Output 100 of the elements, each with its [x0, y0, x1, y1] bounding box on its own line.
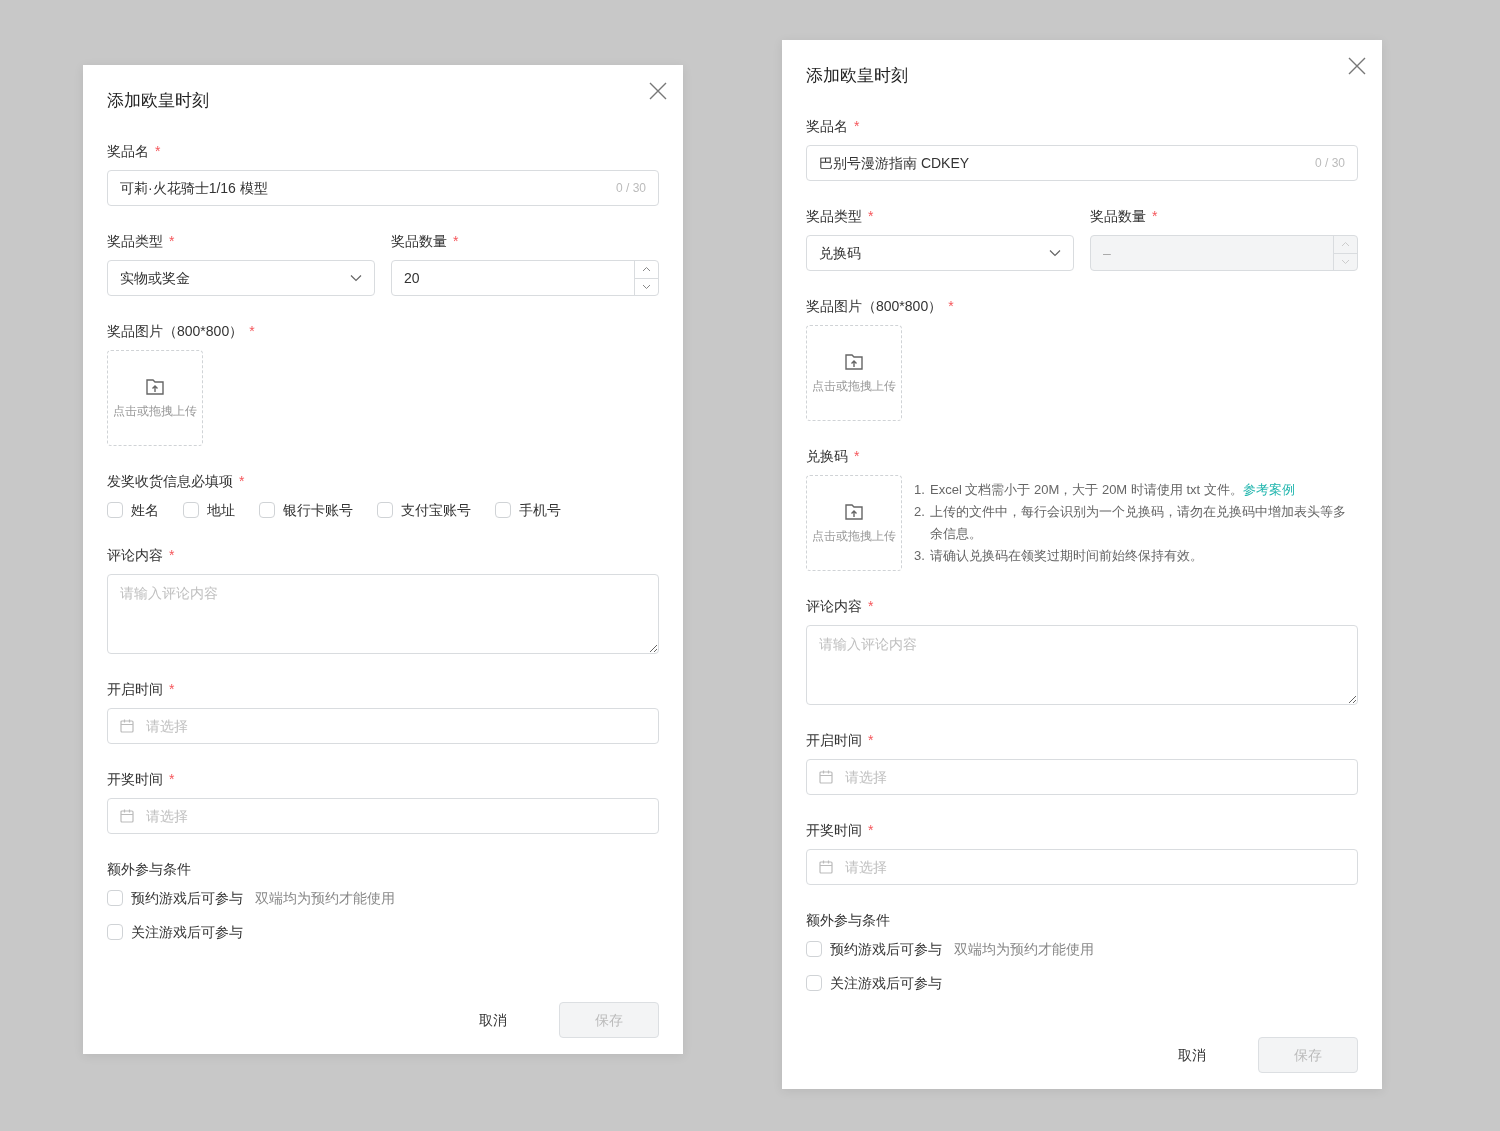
field-label: 奖品类型 [107, 232, 163, 251]
upload-hint: 点击或拖拽上传 [812, 378, 896, 394]
upload-hint: 点击或拖拽上传 [812, 528, 896, 544]
upload-icon [145, 377, 165, 397]
checkbox-label: 支付宝账号 [401, 501, 471, 520]
calendar-icon [819, 770, 833, 784]
upload-icon [844, 502, 864, 522]
close-icon[interactable] [1348, 57, 1366, 75]
note-text: 请确认兑换码在领奖过期时间前始终保持有效。 [930, 547, 1203, 565]
cancel-button[interactable]: 取消 [1142, 1037, 1242, 1073]
chevron-up-icon [1341, 241, 1350, 248]
chevron-down-icon [1341, 258, 1350, 265]
checkbox[interactable] [495, 502, 511, 518]
checkbox-label: 关注游戏后可参与 [131, 923, 243, 942]
reference-link[interactable]: 参考案例 [1242, 482, 1295, 497]
date-picker[interactable]: 请选择 [107, 708, 659, 744]
field-label: 开奖时间 [806, 821, 862, 840]
required-mark: * [169, 770, 175, 789]
calendar-icon [120, 809, 134, 823]
field-label: 奖品类型 [806, 207, 862, 226]
note-text: 上传的文件中，每行会识别为一个兑换码，请勿在兑换码中增加表头等多余信息。 [930, 503, 1347, 543]
chevron-down-icon [350, 274, 362, 282]
checkbox-label: 预约游戏后可参与 [830, 940, 942, 959]
comment-textarea[interactable]: 请输入评论内容 [107, 574, 659, 654]
required-mark: * [169, 546, 175, 565]
required-mark: * [868, 821, 874, 840]
chevron-up-icon [642, 266, 651, 273]
dialog-title: 添加欧皇时刻 [806, 65, 908, 88]
field-label: 奖品图片（800*800） [107, 322, 244, 341]
required-mark: * [1152, 207, 1158, 226]
input-value: 20 [403, 269, 421, 288]
upload-hint: 点击或拖拽上传 [113, 403, 197, 419]
required-mark: * [169, 232, 175, 251]
required-mark: * [854, 447, 860, 466]
date-placeholder: 请选择 [845, 768, 887, 787]
required-mark: * [249, 322, 255, 341]
checkbox[interactable] [107, 924, 123, 940]
date-picker[interactable]: 请选择 [806, 849, 1358, 885]
upload-area[interactable]: 点击或拖拽上传 [107, 350, 203, 446]
char-counter: 0 / 30 [1314, 155, 1345, 171]
checkbox[interactable] [107, 502, 123, 518]
field-label: 开启时间 [806, 731, 862, 750]
required-mark: * [169, 680, 175, 699]
select-dropdown[interactable]: 实物或奖金 [107, 260, 375, 296]
input-value: 巴别号漫游指南 CDKEY [819, 154, 970, 173]
upload-area[interactable]: 点击或拖拽上传 [806, 475, 902, 571]
date-placeholder: 请选择 [146, 807, 188, 826]
required-mark: * [868, 731, 874, 750]
condition-note: 双端均为预约才能使用 [954, 940, 1094, 959]
note-number: 1. [914, 481, 926, 499]
text-input[interactable]: 巴别号漫游指南 CDKEY 0 / 30 [806, 145, 1358, 181]
checkbox-label: 预约游戏后可参与 [131, 889, 243, 908]
dialog-title: 添加欧皇时刻 [107, 90, 209, 113]
condition-note: 双端均为预约才能使用 [255, 889, 395, 908]
checkbox[interactable] [107, 890, 123, 906]
checkbox[interactable] [259, 502, 275, 518]
required-mark: * [239, 472, 245, 491]
field-label: 开奖时间 [107, 770, 163, 789]
checkbox-label: 姓名 [131, 501, 159, 520]
chevron-down-icon [1049, 249, 1061, 257]
checkbox[interactable] [806, 975, 822, 991]
checkbox[interactable] [377, 502, 393, 518]
cancel-button[interactable]: 取消 [443, 1002, 543, 1038]
checkbox[interactable] [806, 941, 822, 957]
comment-textarea[interactable]: 请输入评论内容 [806, 625, 1358, 705]
close-icon[interactable] [649, 82, 667, 100]
date-picker[interactable]: 请选择 [107, 798, 659, 834]
field-label: 奖品名 [107, 142, 149, 161]
note-number: 3. [914, 547, 926, 565]
field-label: 额外参与条件 [806, 911, 890, 930]
field-label: 奖品图片（800*800） [806, 297, 943, 316]
required-mark: * [854, 117, 860, 136]
field-label: 额外参与条件 [107, 860, 191, 879]
number-input[interactable]: 20 [391, 260, 659, 296]
select-dropdown[interactable]: 兑换码 [806, 235, 1074, 271]
upload-icon [844, 352, 864, 372]
checkbox[interactable] [183, 502, 199, 518]
field-label: 开启时间 [107, 680, 163, 699]
select-value: 兑换码 [819, 244, 861, 263]
chevron-down-icon [642, 283, 651, 290]
date-placeholder: 请选择 [845, 858, 887, 877]
text-input[interactable]: 可莉·火花骑士1/16 模型 0 / 30 [107, 170, 659, 206]
checkbox-label: 地址 [207, 501, 235, 520]
field-label: 评论内容 [107, 546, 163, 565]
char-counter: 0 / 30 [615, 180, 646, 196]
upload-area[interactable]: 点击或拖拽上传 [806, 325, 902, 421]
field-label: 评论内容 [806, 597, 862, 616]
input-value: 可莉·火花骑士1/16 模型 [120, 179, 268, 198]
field-label: 发奖收货信息必填项 [107, 472, 233, 491]
date-placeholder: 请选择 [146, 717, 188, 736]
field-label: 奖品名 [806, 117, 848, 136]
required-mark: * [453, 232, 459, 251]
required-mark: * [868, 207, 874, 226]
date-picker[interactable]: 请选择 [806, 759, 1358, 795]
calendar-icon [120, 719, 134, 733]
field-label: 奖品数量 [391, 232, 447, 251]
checkbox-label: 手机号 [519, 501, 561, 520]
calendar-icon [819, 860, 833, 874]
field-label: 奖品数量 [1090, 207, 1146, 226]
note-number: 2. [914, 503, 926, 521]
